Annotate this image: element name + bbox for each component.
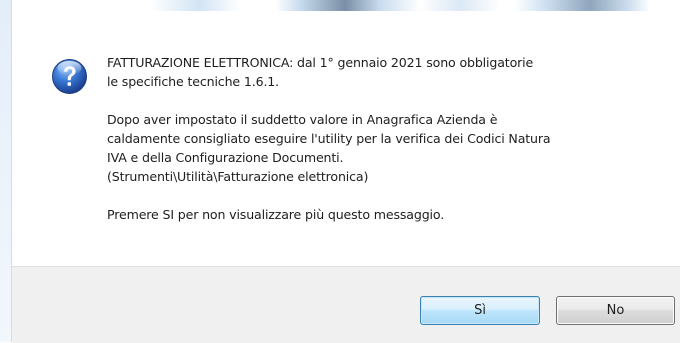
message-line: IVA e della Configurazione Documenti.: [107, 150, 344, 165]
yes-button[interactable]: Sì: [420, 296, 540, 325]
message-line: caldamente consigliato eseguire l'utilit…: [107, 131, 551, 146]
message-line: Premere SI per non visualizzare più ques…: [107, 207, 445, 222]
message-spacer: [107, 186, 667, 205]
message-line: Dopo aver impostato il suddetto valore i…: [107, 112, 498, 127]
message-spacer: [107, 91, 667, 110]
dialog-message: FATTURAZIONE ELETTRONICA: dal 1° gennaio…: [107, 53, 667, 224]
message-line: le specifiche tecniche 1.6.1.: [107, 74, 280, 89]
window-frame-left: [0, 0, 12, 342]
message-line: (Strumenti\Utilità\Fatturazione elettron…: [107, 169, 369, 184]
no-button[interactable]: No: [556, 296, 675, 325]
message-line: FATTURAZIONE ELETTRONICA: dal 1° gennaio…: [107, 55, 534, 70]
question-icon: [52, 59, 87, 94]
window-title-bar-edge: [0, 0, 680, 11]
